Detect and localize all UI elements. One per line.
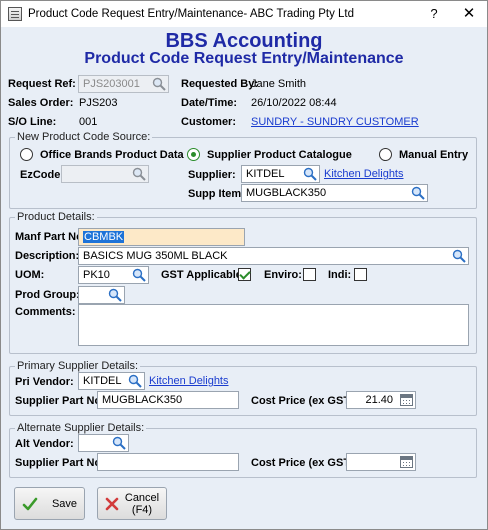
radio-supplier-catalogue-label[interactable]: Supplier Product Catalogue <box>207 149 352 161</box>
supplier-name-link[interactable]: Kitchen Delights <box>324 168 404 180</box>
save-button-label: Save <box>51 497 78 510</box>
supplier-label: Supplier: <box>188 169 236 181</box>
radio-office-brands-label[interactable]: Office Brands Product Data <box>40 149 184 161</box>
radio-manual-entry[interactable] <box>379 148 392 161</box>
indi-label: Indi: <box>328 269 352 281</box>
search-icon[interactable] <box>302 166 318 182</box>
supp-item-value: MUGBLACK350 <box>246 187 327 199</box>
gst-checkbox[interactable] <box>238 268 251 281</box>
enviro-checkbox[interactable] <box>303 268 316 281</box>
pri-cost-label: Cost Price (ex GST): <box>251 395 358 407</box>
comments-field[interactable] <box>78 304 469 346</box>
alt-cost-label: Cost Price (ex GST): <box>251 457 358 469</box>
request-ref-label: Request Ref: <box>8 78 76 90</box>
search-icon[interactable] <box>451 248 467 264</box>
sales-order-label: Sales Order: <box>8 97 74 109</box>
search-icon[interactable] <box>151 76 167 92</box>
search-icon[interactable] <box>131 166 147 182</box>
alt-part-label: Supplier Part No: <box>15 457 105 469</box>
cancel-label-line2: (F4) <box>131 503 153 516</box>
app-icon <box>8 7 22 21</box>
supplier-field[interactable]: KITDEL <box>241 165 320 183</box>
search-icon[interactable] <box>111 435 127 451</box>
pri-cost-value: 21.40 <box>365 394 393 406</box>
comments-label: Comments: <box>15 306 76 318</box>
manf-part-value: CBMBK <box>83 231 125 243</box>
description-value: BASICS MUG 350ML BLACK <box>83 250 228 262</box>
ezcode-label: EzCode: <box>20 169 64 181</box>
search-icon[interactable] <box>131 267 147 283</box>
pri-cost-field[interactable]: 21.40 <box>346 391 416 409</box>
window-title: Product Code Request Entry/Maintenance- … <box>28 8 355 20</box>
pri-part-value: MUGBLACK350 <box>102 394 183 406</box>
so-line-label: S/O Line: <box>8 116 57 128</box>
app-window: Product Code Request Entry/Maintenance- … <box>0 0 488 530</box>
ezcode-field <box>61 165 149 183</box>
requested-by-label: Requested By: <box>181 78 259 90</box>
uom-value: PK10 <box>83 269 110 281</box>
product-details-title: Product Details: <box>15 211 97 223</box>
customer-link[interactable]: SUNDRY - SUNDRY CUSTOMER <box>251 116 419 128</box>
supp-item-label: Supp Item: <box>188 188 245 200</box>
prod-group-label: Prod Group: <box>15 289 80 301</box>
pri-vendor-field[interactable]: KITDEL <box>78 372 145 390</box>
enviro-label: Enviro: <box>264 269 302 281</box>
search-icon[interactable] <box>410 185 426 201</box>
alt-cost-field[interactable] <box>346 453 416 471</box>
cancel-button[interactable]: Cancel (F4) <box>97 487 167 520</box>
supplier-value: KITDEL <box>246 168 285 180</box>
description-label: Description: <box>15 250 80 262</box>
alt-vendor-label: Alt Vendor: <box>15 438 74 450</box>
cancel-icon <box>105 497 119 510</box>
pri-vendor-name-link[interactable]: Kitchen Delights <box>149 375 229 387</box>
pri-part-field[interactable]: MUGBLACK350 <box>97 391 239 409</box>
search-icon[interactable] <box>107 287 123 303</box>
gst-label: GST Applicable: <box>161 269 246 281</box>
close-button[interactable]: ✕ <box>453 1 485 27</box>
pri-part-label: Supplier Part No: <box>15 395 105 407</box>
uom-field[interactable]: PK10 <box>78 266 149 284</box>
save-button[interactable]: Save <box>14 487 85 520</box>
pri-vendor-label: Pri Vendor: <box>15 376 74 388</box>
calculator-icon[interactable] <box>400 456 413 468</box>
description-field[interactable]: BASICS MUG 350ML BLACK <box>78 247 469 265</box>
cancel-button-label: Cancel (F4) <box>125 492 159 516</box>
form-heading: Product Code Request Entry/Maintenance <box>84 50 404 67</box>
title-bar: Product Code Request Entry/Maintenance- … <box>1 1 487 27</box>
cancel-label-line1: Cancel <box>124 491 160 504</box>
search-icon[interactable] <box>127 373 143 389</box>
prod-group-field[interactable] <box>78 286 125 304</box>
datetime-label: Date/Time: <box>181 97 238 109</box>
uom-label: UOM: <box>15 269 45 281</box>
customer-label: Customer: <box>181 116 237 128</box>
request-ref-field: PJS203001 <box>78 75 169 93</box>
datetime-value: 26/10/2022 08:44 <box>251 97 337 109</box>
pri-vendor-value: KITDEL <box>83 375 122 387</box>
calculator-icon[interactable] <box>400 394 413 406</box>
radio-manual-entry-label[interactable]: Manual Entry <box>399 149 468 161</box>
supp-item-field[interactable]: MUGBLACK350 <box>241 184 428 202</box>
help-button[interactable]: ? <box>418 1 450 27</box>
requested-by-value: Jane Smith <box>251 78 307 90</box>
radio-office-brands[interactable] <box>20 148 33 161</box>
alternate-supplier-title: Alternate Supplier Details: <box>15 422 147 434</box>
request-ref-value: PJS203001 <box>83 78 140 90</box>
indi-checkbox[interactable] <box>354 268 367 281</box>
alt-vendor-field[interactable] <box>78 434 129 452</box>
manf-part-field[interactable]: CBMBK <box>78 228 245 246</box>
check-icon <box>22 497 38 510</box>
so-line-value: 001 <box>79 116 98 128</box>
sales-order-value: PJS203 <box>79 97 118 109</box>
manf-part-label: Manf Part No: <box>15 231 87 243</box>
radio-supplier-catalogue[interactable] <box>187 148 200 161</box>
source-group-title: New Product Code Source: <box>15 131 153 143</box>
primary-supplier-title: Primary Supplier Details: <box>15 360 141 372</box>
alt-part-field[interactable] <box>97 453 239 471</box>
